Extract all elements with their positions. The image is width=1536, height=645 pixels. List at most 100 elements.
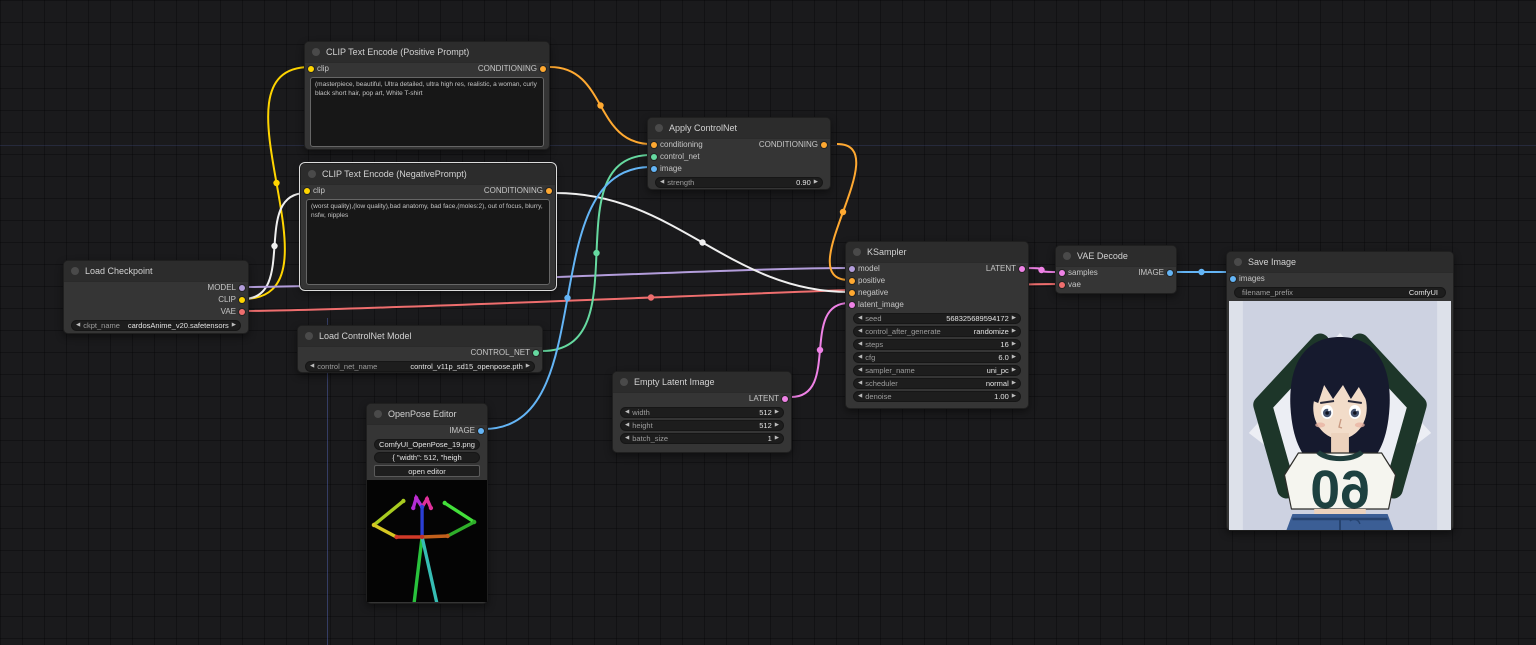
widget-sampler-name[interactable]: ◀ sampler_name uni_pc ▶ xyxy=(853,365,1021,376)
node-titlebar[interactable]: OpenPose Editor xyxy=(367,404,487,425)
increment-arrow-icon[interactable]: ▶ xyxy=(1012,314,1016,323)
prompt-textarea[interactable]: (masterpiece, beautiful, Ultra detailed,… xyxy=(310,77,544,147)
input-slot-positive-dot[interactable] xyxy=(849,278,855,284)
node-titlebar[interactable]: VAE Decode xyxy=(1056,246,1176,267)
increment-arrow-icon[interactable]: ▶ xyxy=(1012,379,1016,388)
widget-scheduler[interactable]: ◀ scheduler normal ▶ xyxy=(853,378,1021,389)
increment-arrow-icon[interactable]: ▶ xyxy=(232,321,236,330)
collapse-dot-icon[interactable] xyxy=(374,410,382,418)
node-titlebar[interactable]: Apply ControlNet xyxy=(648,118,830,139)
increment-arrow-icon[interactable]: ▶ xyxy=(1012,392,1016,401)
increment-arrow-icon[interactable]: ▶ xyxy=(775,434,779,443)
output-slot-CONDITIONING-dot[interactable] xyxy=(540,66,546,72)
input-slot-latent_image-dot[interactable] xyxy=(849,302,855,308)
widget-batch-size[interactable]: ◀ batch_size 1 ▶ xyxy=(620,433,784,444)
node-titlebar[interactable]: CLIP Text Encode (Positive Prompt) xyxy=(305,42,549,63)
collapse-dot-icon[interactable] xyxy=(1063,252,1071,260)
input-slot-model-dot[interactable] xyxy=(849,266,855,272)
node-titlebar[interactable]: Empty Latent Image xyxy=(613,372,791,393)
widget-denoise[interactable]: ◀ denoise 1.00 ▶ xyxy=(853,391,1021,402)
decrement-arrow-icon[interactable]: ◀ xyxy=(660,178,664,187)
increment-arrow-icon[interactable]: ▶ xyxy=(526,362,530,371)
input-slot-samples-dot[interactable] xyxy=(1059,270,1065,276)
output-slot-IMAGE-dot[interactable] xyxy=(1167,270,1173,276)
node-empty-latent-image[interactable]: Empty Latent Image LATENT ◀ width 512 ▶ ◀ heigh… xyxy=(612,371,792,453)
node-load-controlnet-model[interactable]: Load ControlNet Model CONTROL_NET ◀ control… xyxy=(297,325,543,373)
node-apply-controlnet[interactable]: Apply ControlNet conditioning CONDITIONING… xyxy=(647,117,831,190)
node-load-checkpoint[interactable]: Load Checkpoint MODEL CLIP VAE ◀ ckpt_name car… xyxy=(63,260,249,334)
input-slot-images-dot[interactable] xyxy=(1230,276,1236,282)
input-slot-vae-dot[interactable] xyxy=(1059,282,1065,288)
node-clip-text-encode-negative[interactable]: CLIP Text Encode (NegativePrompt) clip CON… xyxy=(299,162,557,291)
increment-arrow-icon[interactable]: ▶ xyxy=(1012,353,1016,362)
output-slot-IMAGE-dot[interactable] xyxy=(478,428,484,434)
decrement-arrow-icon[interactable]: ◀ xyxy=(858,392,862,401)
increment-arrow-icon[interactable]: ▶ xyxy=(1012,327,1016,336)
node-vae-decode[interactable]: VAE Decode samples IMAGE vae xyxy=(1055,245,1177,294)
widget-strength[interactable]: ◀ strength 0.90 ▶ xyxy=(655,177,823,188)
node-openpose-editor[interactable]: OpenPose Editor IMAGE ComfyUI_OpenPose_19.… xyxy=(366,403,488,604)
widget-height[interactable]: ◀ height 512 ▶ xyxy=(620,420,784,431)
widget-filename-prefix[interactable]: filename_prefix ComfyUI xyxy=(1234,287,1446,298)
output-slot-MODEL-dot[interactable] xyxy=(239,285,245,291)
widget-steps[interactable]: ◀ steps 16 ▶ xyxy=(853,339,1021,350)
decrement-arrow-icon[interactable]: ◀ xyxy=(310,362,314,371)
increment-arrow-icon[interactable]: ▶ xyxy=(1012,366,1016,375)
output-slot-CONDITIONING-dot[interactable] xyxy=(821,142,827,148)
collapse-dot-icon[interactable] xyxy=(71,267,79,275)
collapse-dot-icon[interactable] xyxy=(305,332,313,340)
slot-row: latent_image xyxy=(846,299,1028,311)
node-titlebar[interactable]: Load ControlNet Model xyxy=(298,326,542,347)
node-titlebar[interactable]: Save Image xyxy=(1227,252,1453,273)
decrement-arrow-icon[interactable]: ◀ xyxy=(858,366,862,375)
decrement-arrow-icon[interactable]: ◀ xyxy=(858,379,862,388)
node-ksampler[interactable]: KSampler model LATENT positive negative laten… xyxy=(845,241,1029,409)
decrement-arrow-icon[interactable]: ◀ xyxy=(76,321,80,330)
node-titlebar[interactable]: Load Checkpoint xyxy=(64,261,248,282)
decrement-arrow-icon[interactable]: ◀ xyxy=(858,327,862,336)
output-slot-VAE-dot[interactable] xyxy=(239,309,245,315)
input-slot-negative-dot[interactable] xyxy=(849,290,855,296)
collapse-dot-icon[interactable] xyxy=(620,378,628,386)
collapse-dot-icon[interactable] xyxy=(1234,258,1242,266)
widget-control-net-name[interactable]: ◀ control_net_name control_v11p_sd15_openp… xyxy=(305,361,535,372)
input-slot-control_net-dot[interactable] xyxy=(651,154,657,160)
decrement-arrow-icon[interactable]: ◀ xyxy=(858,340,862,349)
node-titlebar[interactable]: KSampler xyxy=(846,242,1028,263)
decrement-arrow-icon[interactable]: ◀ xyxy=(858,314,862,323)
output-slot-CONTROL_NET-dot[interactable] xyxy=(533,350,539,356)
input-slot-clip-dot[interactable] xyxy=(308,66,314,72)
increment-arrow-icon[interactable]: ▶ xyxy=(775,408,779,417)
input-slot-image-dot[interactable] xyxy=(651,166,657,172)
decrement-arrow-icon[interactable]: ◀ xyxy=(625,421,629,430)
widget-ckpt-name[interactable]: ◀ ckpt_name cardosAnime_v20.safetensors ▶ xyxy=(71,320,241,331)
decrement-arrow-icon[interactable]: ◀ xyxy=(625,434,629,443)
increment-arrow-icon[interactable]: ▶ xyxy=(1012,340,1016,349)
collapse-dot-icon[interactable] xyxy=(308,170,316,178)
increment-arrow-icon[interactable]: ▶ xyxy=(775,421,779,430)
output-slot-LATENT-dot[interactable] xyxy=(782,396,788,402)
widget-control-after-generate[interactable]: ◀ control_after_generate randomize ▶ xyxy=(853,326,1021,337)
input-slot-clip-dot[interactable] xyxy=(304,188,310,194)
widget-seed[interactable]: ◀ seed 568325689594172 ▶ xyxy=(853,313,1021,324)
node-save-image[interactable]: Save Image images filename_prefix ComfyUI xyxy=(1226,251,1454,531)
collapse-dot-icon[interactable] xyxy=(312,48,320,56)
increment-arrow-icon[interactable]: ▶ xyxy=(814,178,818,187)
widget-cfg[interactable]: ◀ cfg 6.0 ▶ xyxy=(853,352,1021,363)
input-slot-conditioning-dot[interactable] xyxy=(651,142,657,148)
widget-field[interactable]: { "width": 512, "heigh xyxy=(374,452,480,463)
prompt-textarea[interactable]: (worst quality),(low quality),bad anatom… xyxy=(306,199,550,285)
node-clip-text-encode-positive[interactable]: CLIP Text Encode (Positive Prompt) clip CO… xyxy=(304,41,550,150)
output-slot-CLIP-dot[interactable] xyxy=(239,297,245,303)
widget-width[interactable]: ◀ width 512 ▶ xyxy=(620,407,784,418)
decrement-arrow-icon[interactable]: ◀ xyxy=(625,408,629,417)
widget-field[interactable]: ComfyUI_OpenPose_19.png xyxy=(374,439,480,450)
node-graph-canvas[interactable]: CLIP Text Encode (Positive Prompt) clip CO… xyxy=(0,0,1536,645)
collapse-dot-icon[interactable] xyxy=(853,248,861,256)
open-editor-button[interactable]: open editor xyxy=(374,465,480,477)
decrement-arrow-icon[interactable]: ◀ xyxy=(858,353,862,362)
node-titlebar[interactable]: CLIP Text Encode (NegativePrompt) xyxy=(301,164,555,185)
output-slot-LATENT-dot[interactable] xyxy=(1019,266,1025,272)
collapse-dot-icon[interactable] xyxy=(655,124,663,132)
output-slot-CONDITIONING-dot[interactable] xyxy=(546,188,552,194)
